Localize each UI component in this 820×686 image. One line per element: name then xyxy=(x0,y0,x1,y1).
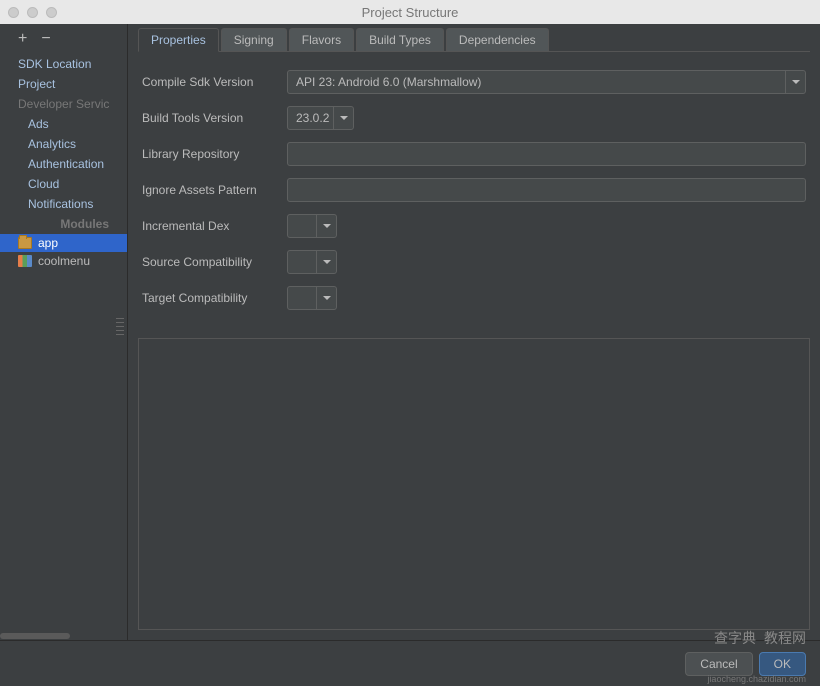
traffic-lights xyxy=(8,7,57,18)
compile-sdk-value: API 23: Android 6.0 (Marshmallow) xyxy=(296,75,783,89)
remove-button[interactable]: − xyxy=(41,31,50,47)
scrollbar-thumb[interactable] xyxy=(0,633,70,639)
developer-services-heading: Developer Servic xyxy=(0,94,127,114)
content-area: Properties Signing Flavors Build Types D… xyxy=(128,24,820,640)
ignore-assets-input[interactable] xyxy=(287,178,806,202)
bottom-panel xyxy=(138,338,810,630)
module-label: coolmenu xyxy=(38,254,90,268)
build-tools-label: Build Tools Version xyxy=(142,111,287,125)
target-compat-label: Target Compatibility xyxy=(142,291,287,305)
maximize-window-icon[interactable] xyxy=(46,7,57,18)
add-button[interactable]: + xyxy=(18,31,27,47)
minimize-window-icon[interactable] xyxy=(27,7,38,18)
sidebar: + − SDK Location Project Developer Servi… xyxy=(0,24,128,640)
sidebar-item-ads[interactable]: Ads xyxy=(0,114,127,134)
sidebar-toolbar: + − xyxy=(0,24,127,54)
chevron-down-icon xyxy=(316,215,336,237)
build-tools-value: 23.0.2 xyxy=(296,111,331,125)
chevron-down-icon xyxy=(316,287,336,309)
module-label: app xyxy=(38,236,58,250)
module-item-app[interactable]: app xyxy=(0,234,127,252)
sidebar-scrollbar[interactable] xyxy=(0,632,127,640)
build-tools-select[interactable]: 23.0.2 xyxy=(287,106,354,130)
cancel-button[interactable]: Cancel xyxy=(685,652,752,676)
target-compat-select[interactable] xyxy=(287,286,337,310)
sidebar-item-sdk-location[interactable]: SDK Location xyxy=(0,54,127,74)
module-item-coolmenu[interactable]: coolmenu xyxy=(0,252,127,270)
incremental-dex-select[interactable] xyxy=(287,214,337,238)
folder-icon xyxy=(18,237,32,249)
tab-signing[interactable]: Signing xyxy=(221,28,287,51)
footer: Cancel OK xyxy=(0,640,820,686)
sidebar-item-notifications[interactable]: Notifications xyxy=(0,194,127,214)
sidebar-item-project[interactable]: Project xyxy=(0,74,127,94)
modules-heading: Modules xyxy=(0,214,127,234)
chart-icon xyxy=(18,255,32,267)
library-repo-input[interactable] xyxy=(287,142,806,166)
tab-dependencies[interactable]: Dependencies xyxy=(446,28,549,51)
titlebar: Project Structure xyxy=(0,0,820,24)
source-compat-label: Source Compatibility xyxy=(142,255,287,269)
chevron-down-icon xyxy=(333,107,353,129)
source-compat-select[interactable] xyxy=(287,250,337,274)
sidebar-item-cloud[interactable]: Cloud xyxy=(0,174,127,194)
tab-properties[interactable]: Properties xyxy=(138,28,219,52)
tabs: Properties Signing Flavors Build Types D… xyxy=(138,28,810,52)
library-repo-label: Library Repository xyxy=(142,147,287,161)
chevron-down-icon xyxy=(316,251,336,273)
ok-button[interactable]: OK xyxy=(759,652,806,676)
compile-sdk-select[interactable]: API 23: Android 6.0 (Marshmallow) xyxy=(287,70,806,94)
chevron-down-icon xyxy=(785,71,805,93)
properties-form: Compile Sdk Version API 23: Android 6.0 … xyxy=(138,52,810,326)
sidebar-item-authentication[interactable]: Authentication xyxy=(0,154,127,174)
split-grabber-icon[interactable] xyxy=(116,316,124,336)
compile-sdk-label: Compile Sdk Version xyxy=(142,75,287,89)
tab-build-types[interactable]: Build Types xyxy=(356,28,444,51)
sidebar-items: SDK Location Project Developer Servic Ad… xyxy=(0,54,127,632)
sidebar-item-analytics[interactable]: Analytics xyxy=(0,134,127,154)
close-window-icon[interactable] xyxy=(8,7,19,18)
incremental-dex-label: Incremental Dex xyxy=(142,219,287,233)
window-title: Project Structure xyxy=(362,5,459,20)
ignore-assets-label: Ignore Assets Pattern xyxy=(142,183,287,197)
tab-flavors[interactable]: Flavors xyxy=(289,28,354,51)
